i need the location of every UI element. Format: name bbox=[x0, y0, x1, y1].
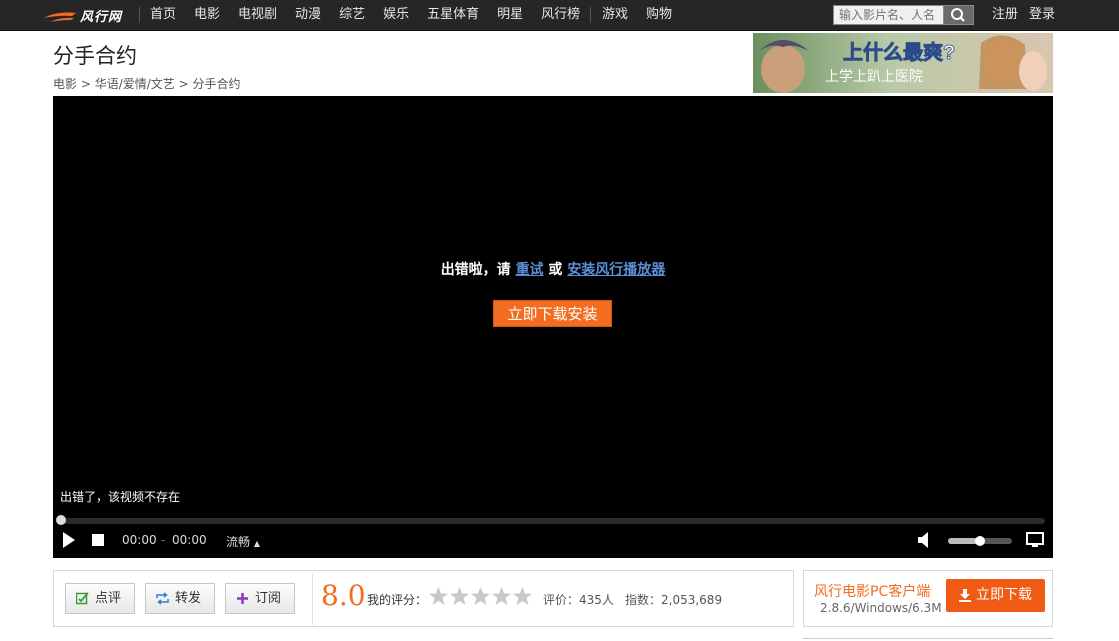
volume-handle[interactable] bbox=[975, 536, 985, 546]
logo-icon bbox=[44, 12, 76, 22]
error-prefix: 出错啦，请 bbox=[440, 262, 516, 278]
nav-item-stars[interactable]: 明星 bbox=[497, 0, 523, 30]
time-total: 00:00 bbox=[172, 533, 207, 547]
retry-link[interactable]: 重试 bbox=[516, 262, 544, 278]
repost-icon bbox=[156, 592, 169, 605]
star-icon[interactable] bbox=[470, 586, 491, 606]
quality-label: 流畅 bbox=[226, 535, 251, 549]
rating-stars[interactable] bbox=[428, 586, 533, 606]
download-install-button[interactable]: 立即下载安装 bbox=[493, 300, 612, 327]
download-icon bbox=[959, 589, 971, 602]
nav-item-anime[interactable]: 动漫 bbox=[295, 0, 321, 30]
search-box bbox=[833, 5, 975, 25]
logo-text: 风行网 bbox=[80, 10, 123, 25]
nav-item-shopping[interactable]: 购物 bbox=[646, 0, 672, 30]
register-link[interactable]: 注册 bbox=[992, 0, 1018, 30]
progress-bar[interactable] bbox=[59, 518, 1045, 524]
stop-icon bbox=[92, 534, 104, 546]
nav-item-charts[interactable]: 风行榜 bbox=[541, 0, 580, 30]
breadcrumb-item[interactable]: 电影 bbox=[53, 77, 77, 91]
divider bbox=[312, 574, 313, 625]
comment-label: 点评 bbox=[95, 591, 122, 606]
video-player[interactable]: 出错啦，请 重试 或 安装风行播放器 立即下载安装 出错了，该视频不存在 00:… bbox=[53, 96, 1053, 558]
my-rating-label: 我的评分： bbox=[367, 593, 428, 607]
nav-item-variety[interactable]: 综艺 bbox=[339, 0, 365, 30]
site-logo[interactable]: 风行网 bbox=[42, 5, 132, 25]
stop-button[interactable] bbox=[91, 530, 105, 550]
play-button[interactable] bbox=[61, 530, 77, 550]
client-version: 2.8.6/Windows/6.3M bbox=[820, 601, 942, 615]
install-player-link[interactable]: 安装风行播放器 bbox=[567, 262, 665, 278]
subscribe-button[interactable]: 订阅 bbox=[225, 583, 295, 614]
quality-selector[interactable]: 流畅 ▲ bbox=[226, 533, 260, 550]
fullscreen-button[interactable] bbox=[1025, 530, 1045, 550]
volume-level bbox=[948, 538, 978, 544]
star-icon[interactable] bbox=[449, 586, 470, 606]
ad-subline: 上学上趴上医院 bbox=[825, 68, 923, 84]
share-label: 转发 bbox=[175, 591, 202, 606]
search-button[interactable] bbox=[943, 5, 974, 25]
nav-divider bbox=[139, 7, 140, 23]
share-button[interactable]: 转发 bbox=[145, 583, 215, 614]
star-icon[interactable] bbox=[512, 586, 533, 606]
video-status-text: 出错了，该视频不存在 bbox=[60, 490, 181, 504]
breadcrumb: 电影 > 华语/爱情/文艺 > 分手合约 bbox=[53, 75, 241, 92]
error-message: 出错啦，请 重试 或 安装风行播放器 bbox=[53, 259, 1053, 279]
nav-item-movie[interactable]: 电影 bbox=[194, 0, 220, 30]
caret-up-icon: ▲ bbox=[253, 539, 260, 548]
time-current: 00:00 bbox=[122, 533, 157, 547]
rating-count: 评价：435人 bbox=[543, 593, 614, 607]
progress-handle[interactable] bbox=[56, 515, 66, 525]
breadcrumb-item[interactable]: 华语/爱情/文艺 bbox=[95, 77, 175, 91]
play-icon bbox=[63, 532, 75, 548]
nav-item-entertainment[interactable]: 娱乐 bbox=[383, 0, 409, 30]
ad-banner[interactable]: 上什么最爽? 上学上趴上医院 bbox=[753, 33, 1053, 93]
mute-button[interactable] bbox=[916, 530, 934, 550]
nav-item-sports[interactable]: 五星体育 bbox=[427, 0, 479, 30]
speaker-icon bbox=[918, 532, 928, 548]
breadcrumb-separator: > bbox=[77, 77, 95, 91]
extra-nav: 游戏 购物 bbox=[602, 0, 690, 30]
client-download-panel: 风行电影PC客户端 2.8.6/Windows/6.3M 立即下载 bbox=[803, 570, 1053, 627]
popularity-index: 指数：2,053,689 bbox=[625, 593, 723, 607]
nav-item-tv[interactable]: 电视剧 bbox=[238, 0, 277, 30]
subscribe-label: 订阅 bbox=[255, 591, 282, 606]
time-separator: - bbox=[161, 533, 166, 547]
comment-button[interactable]: 点评 bbox=[65, 583, 135, 614]
edit-icon bbox=[76, 592, 89, 605]
ad-headline: 上什么最爽? bbox=[843, 40, 955, 64]
divider bbox=[803, 638, 1053, 639]
search-icon bbox=[951, 8, 965, 22]
average-score: 8.0 bbox=[321, 579, 366, 612]
error-or: 或 bbox=[543, 262, 568, 278]
ad-image: 上什么最爽? 上学上趴上医院 bbox=[753, 33, 1053, 93]
main-nav: 首页 电影 电视剧 动漫 综艺 娱乐 五星体育 明星 风行榜 bbox=[150, 0, 598, 30]
actions-panel: 点评 转发 订阅 8.0 我的评分： 评价：435人 指数：2,053,689 bbox=[53, 570, 794, 627]
page-title: 分手合约 bbox=[53, 44, 137, 68]
plus-icon bbox=[237, 593, 248, 604]
nav-divider bbox=[590, 7, 591, 23]
client-name[interactable]: 风行电影PC客户端 bbox=[814, 581, 930, 601]
breadcrumb-separator: > bbox=[174, 77, 193, 91]
login-link[interactable]: 登录 bbox=[1029, 0, 1055, 30]
client-download-button[interactable]: 立即下载 bbox=[946, 579, 1045, 612]
search-input[interactable] bbox=[833, 5, 946, 25]
star-icon[interactable] bbox=[428, 586, 449, 606]
breadcrumb-current: 分手合约 bbox=[192, 77, 241, 91]
star-icon[interactable] bbox=[491, 586, 512, 606]
monitor-icon bbox=[1026, 532, 1044, 547]
top-navbar: 风行网 首页 电影 电视剧 动漫 综艺 娱乐 五星体育 明星 风行榜 游戏 购物… bbox=[0, 0, 1119, 31]
client-download-label: 立即下载 bbox=[976, 587, 1032, 603]
nav-item-home[interactable]: 首页 bbox=[150, 0, 176, 30]
nav-item-games[interactable]: 游戏 bbox=[602, 0, 628, 30]
